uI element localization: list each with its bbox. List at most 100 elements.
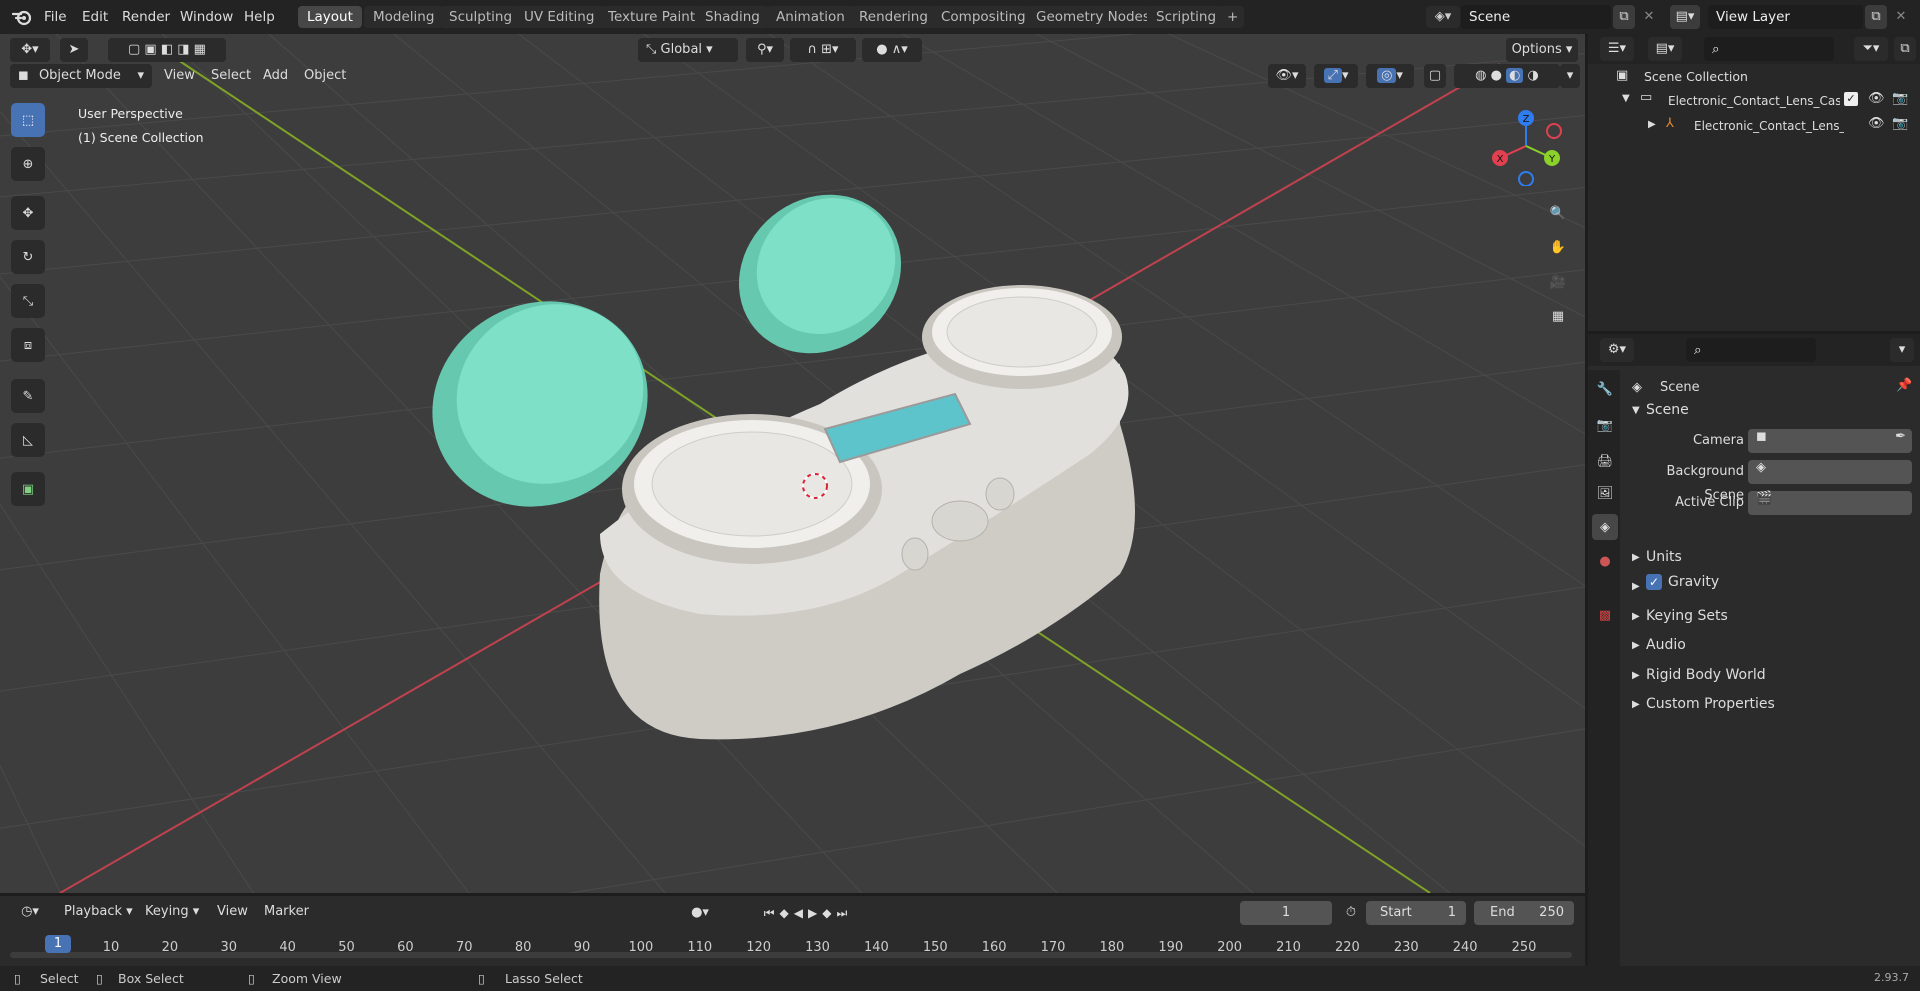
output-tab-icon[interactable]: 🖨 — [1592, 448, 1618, 474]
expand-arrow-icon[interactable]: ▶ — [1632, 581, 1640, 592]
expand-arrow-icon[interactable]: ▶ — [1632, 611, 1640, 622]
move-tool[interactable]: ✥ — [11, 196, 45, 230]
new-collection-icon[interactable]: ⧉ — [1894, 37, 1916, 61]
properties-search-input[interactable]: ⌕ — [1686, 338, 1816, 362]
render-tab-icon[interactable]: 📷 — [1592, 412, 1618, 438]
tab-sculpting[interactable]: Sculpting — [440, 6, 522, 28]
grid-icon[interactable]: ▦ — [1543, 301, 1573, 331]
tab-compositing[interactable]: Compositing — [932, 6, 1035, 28]
scene-name-field[interactable]: Scene — [1461, 5, 1611, 29]
rigid-body-world-section[interactable]: Rigid Body World — [1646, 663, 1766, 687]
tab-texture-paint[interactable]: Texture Paint — [599, 6, 705, 28]
rotate-tool[interactable]: ↻ — [11, 240, 45, 274]
menu-edit[interactable]: Edit — [82, 0, 108, 34]
tab-modeling[interactable]: Modeling — [364, 6, 444, 28]
panel-expand-icon[interactable]: ▼ — [1632, 405, 1640, 416]
tab-animation[interactable]: Animation — [767, 6, 854, 28]
eye-icon[interactable]: 👁 — [1868, 116, 1885, 131]
shading-mode-icons[interactable]: ◍ ● ◐ ◑ — [1454, 64, 1560, 88]
viewport-menu-add[interactable]: Add — [263, 63, 288, 89]
lens-lid-right[interactable] — [707, 162, 934, 386]
tab-layout[interactable]: Layout — [298, 6, 362, 28]
blender-logo-icon[interactable] — [11, 8, 32, 30]
select-mode-icon[interactable]: ➤ — [60, 38, 88, 62]
cursor-tool[interactable]: ⊕ — [11, 147, 45, 181]
scene-panel-title[interactable]: Scene — [1646, 398, 1689, 422]
add-workspace-icon[interactable]: + — [1221, 6, 1245, 28]
menu-render[interactable]: Render — [122, 0, 170, 34]
texture-tab-icon[interactable]: ▩ — [1592, 602, 1618, 628]
viewport-menu-view[interactable]: View — [164, 63, 195, 89]
timeline-menu-view[interactable]: View — [217, 900, 248, 924]
expand-arrow-icon[interactable]: ▶ — [1632, 640, 1640, 651]
gravity-checkbox[interactable]: ✓ — [1646, 574, 1662, 590]
pivot-point-icon[interactable]: ⚲▾ — [746, 38, 784, 62]
pin-icon[interactable]: 📌 — [1896, 378, 1912, 393]
select-box-tool[interactable]: ⬚ — [11, 103, 45, 137]
scale-tool[interactable]: ⤡ — [11, 284, 45, 318]
render-camera-icon[interactable]: 📷 — [1892, 116, 1908, 131]
hand-icon[interactable]: ✋ — [1543, 232, 1573, 262]
outliner-type-icon[interactable]: ☰▾ — [1600, 37, 1634, 61]
expand-arrow-icon[interactable]: ▶ — [1648, 119, 1656, 130]
delete-scene-icon[interactable]: ✕ — [1638, 5, 1660, 29]
eye-icon[interactable]: 👁 — [1868, 91, 1885, 106]
menu-file[interactable]: File — [44, 0, 67, 34]
selection-mode-icons[interactable]: ▢ ▣ ◧ ◨ ▦ — [108, 38, 226, 62]
playhead[interactable]: 1 — [45, 935, 71, 953]
navigation-gizmo[interactable]: Z X Y — [1486, 106, 1566, 186]
keying-menu[interactable]: Keying ▾ — [145, 900, 199, 924]
exclude-checkbox[interactable]: ✓ — [1844, 92, 1858, 106]
expand-arrow-icon[interactable]: ▼ — [1622, 93, 1630, 104]
shading-options-icon[interactable]: ▾ — [1560, 64, 1580, 88]
custom-properties-section[interactable]: Custom Properties — [1646, 692, 1775, 716]
end-frame-field[interactable]: End 250 — [1474, 901, 1574, 925]
view-layer-icon[interactable]: ▤▾ — [1670, 5, 1700, 29]
lens-case-model[interactable] — [599, 285, 1135, 740]
tab-rendering[interactable]: Rendering — [850, 6, 937, 28]
tab-shading[interactable]: Shading — [696, 6, 769, 28]
properties-menu-icon[interactable]: ▾ — [1890, 338, 1914, 362]
delete-view-layer-icon[interactable]: ✕ — [1890, 5, 1912, 29]
display-mode-icon[interactable]: ▤▾ — [1648, 37, 1682, 61]
camera-icon[interactable]: 🎥 — [1543, 267, 1573, 297]
render-camera-icon[interactable]: 📷 — [1892, 91, 1908, 106]
scene-collection-label[interactable]: Scene Collection — [1644, 69, 1748, 84]
audio-section[interactable]: Audio — [1646, 633, 1686, 657]
background-scene-field[interactable]: ◈ — [1748, 460, 1912, 484]
current-frame-field[interactable]: 1 — [1240, 901, 1332, 925]
playback-menu[interactable]: Playback ▾ — [64, 900, 133, 924]
snap-icon[interactable]: ∩ ⊞▾ — [790, 38, 856, 62]
add-cube-tool[interactable]: ▣ — [11, 472, 45, 506]
world-tab-icon[interactable]: ● — [1592, 548, 1618, 574]
zoom-icon[interactable]: 🔍 — [1543, 198, 1573, 228]
visibility-icon[interactable]: 👁▾ — [1268, 64, 1306, 88]
view-layer-field[interactable]: View Layer — [1708, 5, 1863, 29]
timeline-menu-marker[interactable]: Marker — [264, 900, 309, 924]
editor-type-icon[interactable]: ✥▾ — [10, 38, 50, 62]
viewport-menu-object[interactable]: Object — [304, 63, 346, 89]
playback-controls[interactable]: ⏮◆◀▶◆⏭ — [733, 901, 883, 925]
camera-field[interactable]: ◼ ✒ — [1748, 429, 1912, 453]
new-view-layer-icon[interactable]: ⧉ — [1865, 5, 1887, 29]
scene-tab-icon[interactable]: ◈ — [1592, 514, 1618, 540]
filter-icon[interactable]: ⏷▾ — [1854, 37, 1888, 61]
outliner-search-input[interactable]: ⌕ — [1704, 37, 1834, 61]
annotate-tool[interactable]: ✎ — [11, 379, 45, 413]
transform-orientation-dropdown[interactable]: ⤡ Global ▾ — [638, 38, 738, 62]
units-section[interactable]: Units — [1646, 545, 1682, 569]
new-scene-icon[interactable]: ⧉ — [1613, 5, 1635, 29]
transform-tool[interactable]: ⧈ — [11, 328, 45, 362]
options-dropdown[interactable]: Options ▾ — [1506, 38, 1578, 62]
view-layer-tab-icon[interactable]: 🖼 — [1592, 480, 1618, 506]
viewport-menu-select[interactable]: Select — [211, 63, 251, 89]
timeline-editor-icon[interactable]: ◷▾ — [10, 900, 50, 924]
outliner-item-collection[interactable]: Electronic_Contact_Lens_Case — [1668, 94, 1840, 108]
menu-help[interactable]: Help — [244, 0, 275, 34]
keying-sets-section[interactable]: Keying Sets — [1646, 604, 1728, 628]
menu-window[interactable]: Window — [180, 0, 233, 34]
scene-selector-icon[interactable]: ◈▾ — [1426, 6, 1460, 28]
measure-tool[interactable]: ◺ — [11, 423, 45, 457]
active-clip-field[interactable]: 🎬 — [1748, 491, 1912, 515]
gizmo-toggle-icon[interactable]: ⤢ ▾ — [1314, 64, 1358, 88]
